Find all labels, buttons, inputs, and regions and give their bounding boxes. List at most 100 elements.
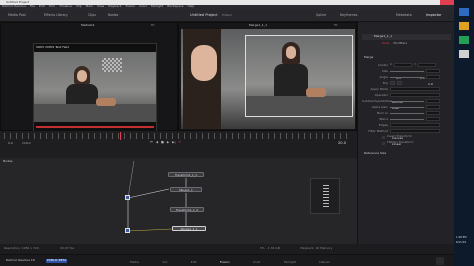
spline-tab[interactable]: Spline [316, 13, 326, 17]
timeline-ticks[interactable] [4, 133, 352, 139]
menu-item[interactable]: View [97, 4, 104, 9]
filter-method-select[interactable]: Linear [390, 129, 440, 146]
edges-select[interactable]: Canvas [390, 123, 440, 140]
node-connections [127, 160, 187, 232]
play-icon[interactable]: ▶ [167, 140, 169, 146]
playhead[interactable] [120, 132, 121, 140]
settings-gear-icon[interactable] [436, 257, 444, 265]
menu-item[interactable]: Help [187, 4, 194, 9]
effects-library-tab[interactable]: Effects Library [44, 13, 68, 17]
minimap-nodes [323, 185, 329, 207]
app-icon[interactable] [459, 36, 469, 44]
menu-item[interactable]: DaVinci Resolve [2, 4, 26, 9]
menu-item[interactable]: Workspace [167, 4, 183, 9]
windows-taskbar: 1:48 PM 6/11/19 [454, 0, 474, 266]
alpha-gain-slider[interactable] [390, 106, 424, 108]
status-fps: 29.97 fps [60, 246, 75, 250]
viewer-right: Merge1_1_1 Fit [178, 22, 357, 131]
connection-line [127, 160, 135, 199]
media-in-node[interactable] [125, 195, 130, 200]
center-x-field[interactable]: 0.5 [394, 63, 413, 80]
page-tab-media[interactable]: Media [130, 256, 139, 266]
page-tab-cut[interactable]: Cut [162, 256, 167, 266]
control-label: Apply Mode [370, 87, 388, 91]
transport-controls: ⏮ ◀ ■ ▶ ▶| ⟳ [150, 140, 210, 146]
tab-tools[interactable]: Tools [382, 41, 389, 47]
center-y-field[interactable]: 0.5 [417, 63, 436, 80]
menu-item[interactable]: Edit [39, 4, 45, 9]
node-label: Merge1_1 [179, 187, 193, 192]
apply-mode-select[interactable]: Normal [390, 87, 440, 104]
burn-in-field[interactable]: 0.0 [426, 111, 440, 128]
section-reference-size[interactable]: Reference Size [364, 151, 386, 156]
folder-icon[interactable] [459, 22, 469, 30]
clips-tab[interactable]: Clips [88, 13, 96, 17]
stop-icon[interactable]: ■ [161, 140, 164, 146]
blend-slider[interactable] [390, 118, 424, 120]
size-slider[interactable] [390, 70, 424, 72]
page-tab-deliver[interactable]: Deliver [319, 256, 330, 266]
app-icon[interactable] [459, 8, 469, 16]
pip-table [246, 96, 352, 116]
menu-item[interactable]: Mark [86, 4, 93, 9]
nodes-tab[interactable]: Nodes [108, 13, 118, 17]
rewind-icon[interactable]: ⏮ [150, 140, 153, 146]
inspector-tab[interactable]: Inspector [426, 13, 441, 17]
metadata-tab[interactable]: Metadata [396, 13, 412, 17]
media-pool-tab[interactable]: Media Pool [8, 13, 26, 17]
menu-item[interactable]: Playback [108, 4, 121, 9]
media-in-node[interactable] [125, 228, 130, 233]
subtractive-additive-field[interactable]: 1.0 [426, 99, 440, 116]
node-merge1-1-1[interactable]: Merge1_1_1 [172, 226, 206, 231]
control-label: Angle [379, 75, 388, 79]
node-transform1-1-2[interactable]: Transform1_1_2 [170, 207, 204, 212]
control-label: Operator [374, 93, 388, 97]
page-tab-fusion[interactable]: Fusion [220, 256, 230, 266]
pip-person-face [286, 46, 296, 59]
step-back-icon[interactable]: ◀ [156, 140, 158, 146]
angle-slider[interactable] [390, 76, 424, 78]
blend-field[interactable]: 1.0 [426, 117, 440, 134]
inspector-node-name: Merge1_1_1 [374, 34, 393, 38]
size-field[interactable]: 1.0 [426, 69, 440, 86]
step-forward-icon[interactable]: ▶| [172, 140, 175, 146]
menu-item[interactable]: Trim [49, 4, 55, 9]
flip-v-button[interactable] [397, 81, 402, 85]
burn-in-slider[interactable] [390, 112, 424, 114]
node-label: Transform1_1_1 [174, 172, 198, 177]
invert-transform-checkbox[interactable] [382, 135, 385, 139]
angle-field[interactable]: 0.0 [426, 75, 440, 92]
inspector-controls: Center X0.5 Y0.5 Size 1.0 Angle 0.0 Flip… [362, 62, 452, 146]
node-merge1-1[interactable]: Merge1_1 [170, 187, 202, 192]
section-merge[interactable]: Merge [364, 55, 373, 60]
subtractive-additive-slider[interactable] [390, 100, 424, 102]
menu-item[interactable]: Timeline [59, 4, 72, 9]
composite-image [181, 29, 355, 129]
node-minimap[interactable] [310, 178, 340, 214]
tab-modifiers[interactable]: Modifiers [393, 41, 407, 47]
control-label: Blend [379, 117, 388, 121]
flatten-transform-checkbox[interactable] [382, 141, 385, 145]
inspector-panel: Merge1_1_1 Tools Modifiers Merge Center … [357, 22, 454, 244]
page-tab-edit[interactable]: Edit [191, 256, 197, 266]
menu-item[interactable]: Fairlight [151, 4, 163, 9]
operator-select[interactable]: Over [390, 93, 440, 110]
control-label: Center [377, 63, 388, 67]
alpha-gain-field[interactable]: 1.0 [426, 105, 440, 122]
page-tab-fairlight[interactable]: Fairlight [284, 256, 296, 266]
menu-item[interactable]: File [30, 4, 35, 9]
flip-h-button[interactable] [390, 81, 395, 85]
page-tab-color[interactable]: Color [253, 256, 261, 266]
table-surface [34, 104, 156, 122]
menu-item[interactable]: Color [139, 4, 147, 9]
viewer-left-zoom[interactable]: Fit [151, 23, 155, 28]
node-transform1-1-1[interactable]: Transform1_1_1 [168, 172, 204, 177]
viewer-right-zoom[interactable]: Fit [334, 23, 338, 28]
video-progress [36, 126, 154, 128]
loop-icon[interactable]: ⟳ [179, 140, 182, 146]
menu-item[interactable]: Fusion [126, 4, 136, 9]
status-bar: Resolution: 1280 x 720 29.97 fps 5% - 1.… [0, 244, 454, 254]
app-icon[interactable] [459, 50, 469, 58]
menu-item[interactable]: Clip [76, 4, 82, 9]
keyframes-tab[interactable]: Keyframes [340, 13, 357, 17]
